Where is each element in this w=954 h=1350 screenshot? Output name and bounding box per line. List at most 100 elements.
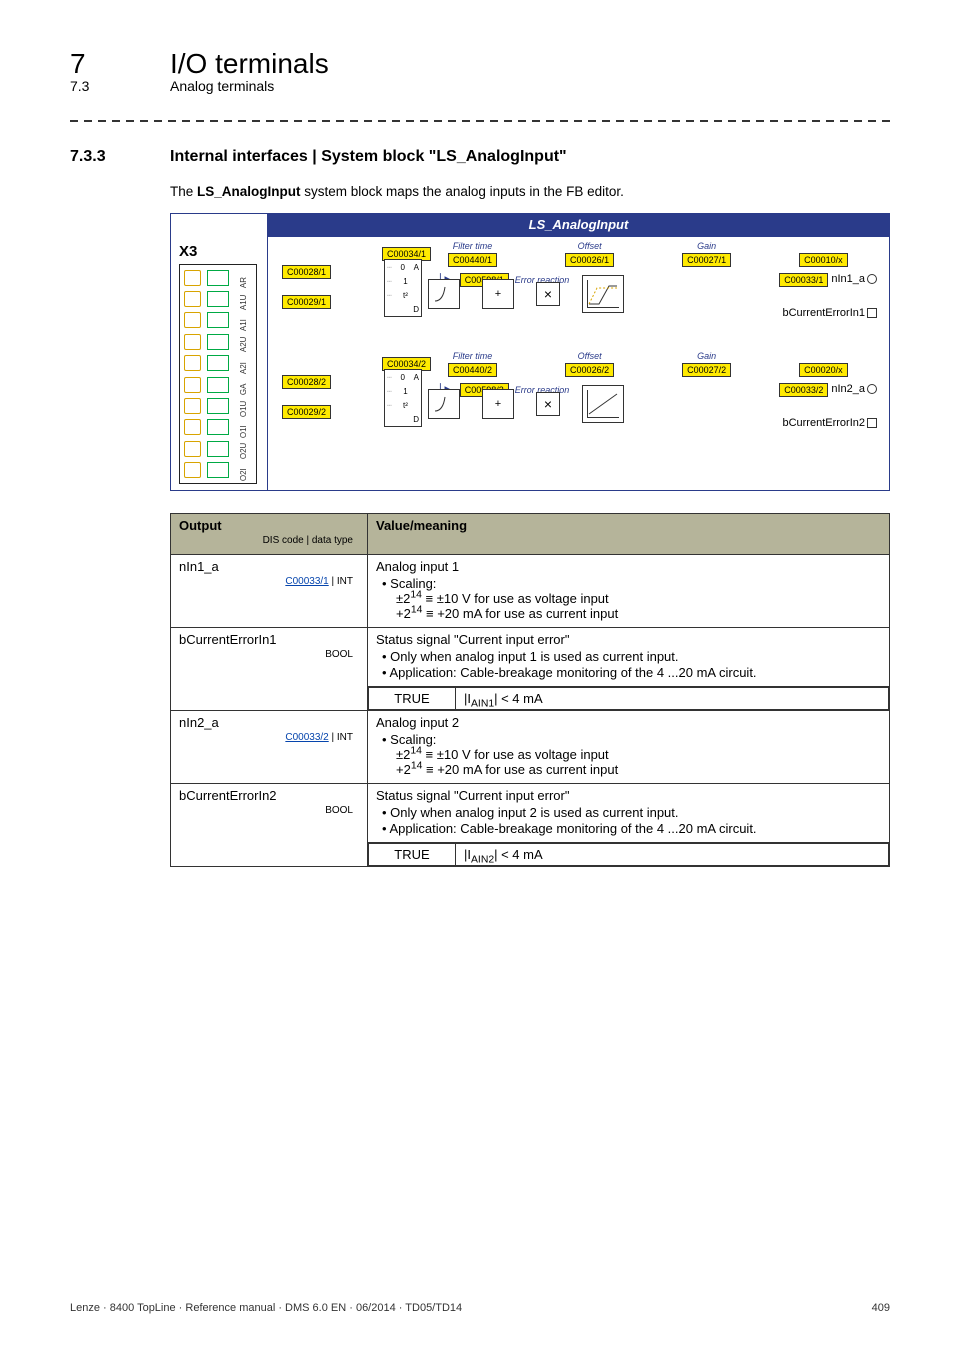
value-text: Application: Cable-breakage monitoring o… xyxy=(382,665,881,680)
port-icon xyxy=(867,384,877,394)
intro-prefix: The xyxy=(170,184,197,199)
intro-suffix: system block maps the analog inputs in t… xyxy=(301,184,624,199)
mux-0: 0 xyxy=(401,373,405,382)
terminal-icon xyxy=(184,291,201,307)
output-bcurerr1: bCurrentErrorIn1 xyxy=(782,307,865,319)
value-text: ≡ +20 mA for use as current input xyxy=(422,762,618,777)
mux-d: D xyxy=(413,305,419,314)
value-text: 14 xyxy=(410,746,422,757)
true-label: TRUE xyxy=(369,688,456,710)
offset-icon: + xyxy=(482,389,514,419)
terminal-icon xyxy=(207,312,228,328)
code-c00026-1: C00026/1 xyxy=(565,253,614,267)
value-text: ≡ ±10 V for use as voltage input xyxy=(422,591,609,606)
terminal-icon xyxy=(207,355,228,371)
mux-1: 1 xyxy=(403,277,407,286)
page-number: 409 xyxy=(872,1302,890,1314)
offset-label: Offset xyxy=(565,241,614,251)
value-text: Status signal "Current input error" xyxy=(376,788,881,803)
mux-1: 1 xyxy=(403,387,407,396)
section-title: Analog terminals xyxy=(170,78,274,94)
value-text: 14 xyxy=(411,761,423,772)
terminal-icon xyxy=(184,462,201,478)
subsection-number: 7.3.3 xyxy=(70,148,170,166)
filter-icon xyxy=(428,389,460,419)
terminal-label: O2U xyxy=(239,438,248,459)
sep: | xyxy=(329,576,337,587)
value-text: ≡ ±10 V for use as voltage input xyxy=(422,747,609,762)
th-output: Output xyxy=(179,518,359,533)
offset-icon: + xyxy=(482,279,514,309)
diagram: LS_AnalogInput X3 AR A1U A1I A2U A2I GA … xyxy=(170,213,890,491)
port-icon xyxy=(867,274,877,284)
value-text: Scaling: ±214 ≡ ±10 V for use as voltage… xyxy=(382,732,881,777)
terminal-icon xyxy=(207,462,228,478)
type-int: INT xyxy=(337,732,353,743)
row-name: nIn1_a xyxy=(179,559,359,574)
th-dis: DIS code | data type xyxy=(179,533,359,550)
channel-2: Filter timeC00440/2 OffsetC00026/2 GainC… xyxy=(276,351,881,461)
output-nin2a: nIn2_a xyxy=(831,383,865,395)
code-c00029-1: C00029/1 xyxy=(282,295,331,309)
x3-label: X3 xyxy=(179,243,261,260)
chapter-number: 7 xyxy=(70,48,170,80)
value-text: ±2 xyxy=(396,747,410,762)
subsection-title: Internal interfaces | System block "LS_A… xyxy=(170,148,567,166)
code-c00440-2: C00440/2 xyxy=(448,363,497,377)
code-c00029-2: C00029/2 xyxy=(282,405,331,419)
mux-a: A xyxy=(414,373,419,382)
terminal-icon xyxy=(207,377,228,393)
code-c00028-2: C00028/2 xyxy=(282,375,331,389)
output-table: Output DIS code | data type Value/meanin… xyxy=(170,513,890,867)
type-bool: BOOL xyxy=(325,805,353,816)
terminal-label: A2I xyxy=(239,353,248,374)
terminal-icon xyxy=(184,334,201,350)
terminal-icon xyxy=(184,419,201,435)
filter-icon xyxy=(428,279,460,309)
row-name: bCurrentErrorIn2 xyxy=(179,788,359,803)
intro-text: The LS_AnalogInput system block maps the… xyxy=(170,184,890,199)
curve-icon xyxy=(582,275,624,313)
terminal-icon xyxy=(184,441,201,457)
terminal-label: AR xyxy=(239,267,248,288)
gain-label: Gain xyxy=(682,351,731,361)
terminal-icon xyxy=(184,355,201,371)
terminal-icon xyxy=(184,398,201,414)
mux-a: A xyxy=(414,263,419,272)
value-text: 14 xyxy=(411,605,423,616)
value-text: +2 xyxy=(396,606,411,621)
filter-time-label: Filter time xyxy=(448,241,497,251)
output-nin1a: nIn1_a xyxy=(831,273,865,285)
terminal-icon xyxy=(207,398,228,414)
port-icon xyxy=(867,418,877,428)
terminal-icon xyxy=(184,312,201,328)
dis-link-c00033-1[interactable]: C00033/1 xyxy=(285,576,328,587)
th-value: Value/meaning xyxy=(368,514,890,555)
terminal-icon xyxy=(207,441,228,457)
mux-d: D xyxy=(413,415,419,424)
value-text: Status signal "Current input error" xyxy=(376,632,881,647)
code-c00027-2: C00027/2 xyxy=(682,363,731,377)
terminal-icon xyxy=(184,377,201,393)
terminal-icon xyxy=(207,291,228,307)
row-name: nIn2_a xyxy=(179,715,359,730)
mux-icon: ┄0A ┄1 ┄t² D xyxy=(384,369,422,427)
x3-block: X3 AR A1U A1I A2U A2I GA O1U O1I O2U O2I xyxy=(171,237,267,490)
code-c00033-1: C00033/1 xyxy=(779,273,828,287)
true-condition: |IAIN1| < 4 mA xyxy=(456,688,889,710)
type-bool: BOOL xyxy=(325,649,353,660)
intro-bold: LS_AnalogInput xyxy=(197,184,301,199)
output-bcurerr2: bCurrentErrorIn2 xyxy=(782,417,865,429)
table-row: nIn2_a C00033/2 | INT Analog input 2 Sca… xyxy=(171,711,890,784)
code-c00020x: C00020/x xyxy=(799,363,848,377)
value-text: ≡ +20 mA for use as current input xyxy=(422,606,618,621)
mux-icon: ┄0A ┄1 ┄t² D xyxy=(384,259,422,317)
chapter-title: I/O terminals xyxy=(170,48,329,80)
channel-1: Filter timeC00440/1 OffsetC00026/1 GainC… xyxy=(276,241,881,351)
terminal-icon xyxy=(207,270,228,286)
terminal-icon xyxy=(207,419,228,435)
value-text: Scaling: ±214 ≡ ±10 V for use as voltage… xyxy=(382,576,881,621)
port-icon xyxy=(867,308,877,318)
terminal-label: O2I xyxy=(239,460,248,481)
dis-link-c00033-2[interactable]: C00033/2 xyxy=(285,732,328,743)
